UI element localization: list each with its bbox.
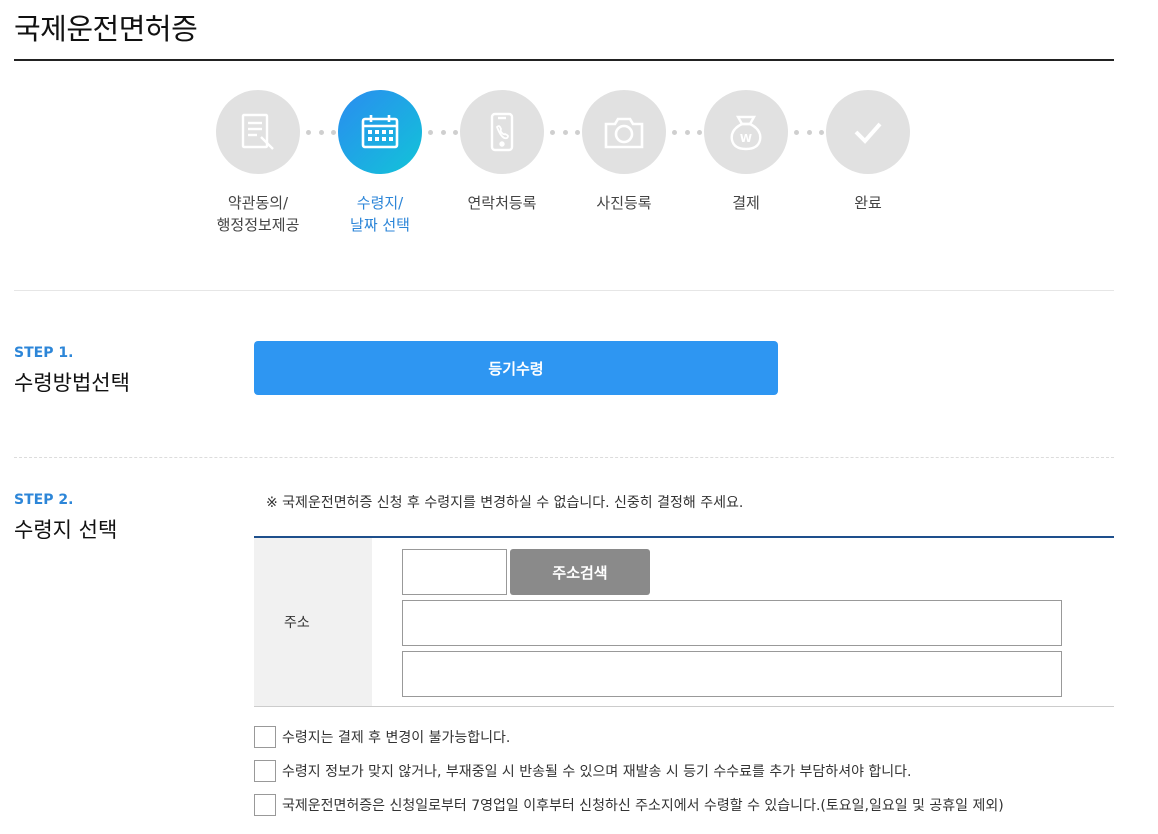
step1-title: 수령방법선택	[14, 371, 130, 395]
step-label-line1: 연락처등록	[467, 194, 537, 212]
zipcode-input[interactable]	[402, 549, 507, 595]
step-circle	[460, 90, 544, 174]
step-label-line1: 결제	[732, 194, 760, 212]
calendar-icon	[361, 115, 399, 149]
step-circle	[216, 90, 300, 174]
step-label-line1: 약관동의/	[227, 194, 289, 212]
section-divider	[14, 290, 1114, 291]
address-line2-input[interactable]	[402, 651, 1062, 697]
step2-number: STEP 2.	[14, 492, 74, 508]
step-label-line2: 행정정보제공	[216, 216, 300, 234]
step-circle	[338, 90, 422, 174]
step-label-line1: 수령지/	[356, 194, 404, 212]
agreement-row: 수령지는 결제 후 변경이 불가능합니다.	[254, 726, 510, 748]
check-icon	[854, 122, 882, 144]
agreement-row: 국제운전면허증은 신청일로부터 7영업일 이후부터 신청하신 주소지에서 수령할…	[254, 794, 1004, 816]
agreement-checkbox-3[interactable]	[254, 794, 276, 816]
address-line1-input[interactable]	[402, 600, 1062, 646]
svg-text:W: W	[740, 132, 752, 145]
registered-mail-button[interactable]: 등기수령	[254, 341, 778, 395]
step-circle	[826, 90, 910, 174]
section-divider-dashed	[14, 457, 1114, 458]
phone-icon	[490, 112, 514, 152]
agreement-checkbox-1[interactable]	[254, 726, 276, 748]
address-table: 주소 주소검색	[254, 536, 1114, 707]
title-divider	[14, 59, 1114, 61]
agreement-checkbox-2[interactable]	[254, 760, 276, 782]
agreement-text: 수령지는 결제 후 변경이 불가능합니다.	[282, 730, 511, 746]
agreement-text: 국제운전면허증은 신청일로부터 7영업일 이후부터 신청하신 주소지에서 수령할…	[282, 798, 1004, 814]
agreement-row: 수령지 정보가 맞지 않거나, 부재중일 시 반송될 수 있으며 재발송 시 등…	[254, 760, 912, 782]
progress-step-photo: 사진등록	[564, 90, 684, 214]
step-label-line2: 날짜 선택	[350, 216, 410, 234]
progress-step-payment: W 결제	[686, 90, 806, 214]
step-label-line1: 사진등록	[596, 194, 652, 212]
step1-number: STEP 1.	[14, 345, 74, 361]
document-pen-icon	[241, 113, 274, 150]
step-circle	[582, 90, 666, 174]
camera-icon	[604, 117, 644, 149]
step2-title: 수령지 선택	[14, 518, 118, 542]
money-bag-icon: W	[730, 115, 762, 151]
progress-step-receive: 수령지/ 날짜 선택	[320, 90, 440, 236]
progress-step-contact: 연락처등록	[442, 90, 562, 214]
progress-step-terms: 약관동의/ 행정정보제공	[198, 90, 318, 236]
step-label-line1: 완료	[854, 194, 882, 212]
step-circle: W	[704, 90, 788, 174]
address-label: 주소	[254, 538, 372, 706]
notice-text: ※ 국제운전면허증 신청 후 수령지를 변경하실 수 없습니다. 신중히 결정해…	[266, 495, 744, 511]
agreement-text: 수령지 정보가 맞지 않거나, 부재중일 시 반송될 수 있으며 재발송 시 등…	[282, 764, 912, 780]
page-title: 국제운전면허증	[14, 12, 198, 46]
address-search-button[interactable]: 주소검색	[510, 549, 650, 595]
progress-steps: 약관동의/ 행정정보제공 수령지/ 날짜 선택 연락처등록 사진등록 W 결제 …	[0, 90, 1158, 250]
progress-step-complete: 완료	[808, 90, 928, 214]
